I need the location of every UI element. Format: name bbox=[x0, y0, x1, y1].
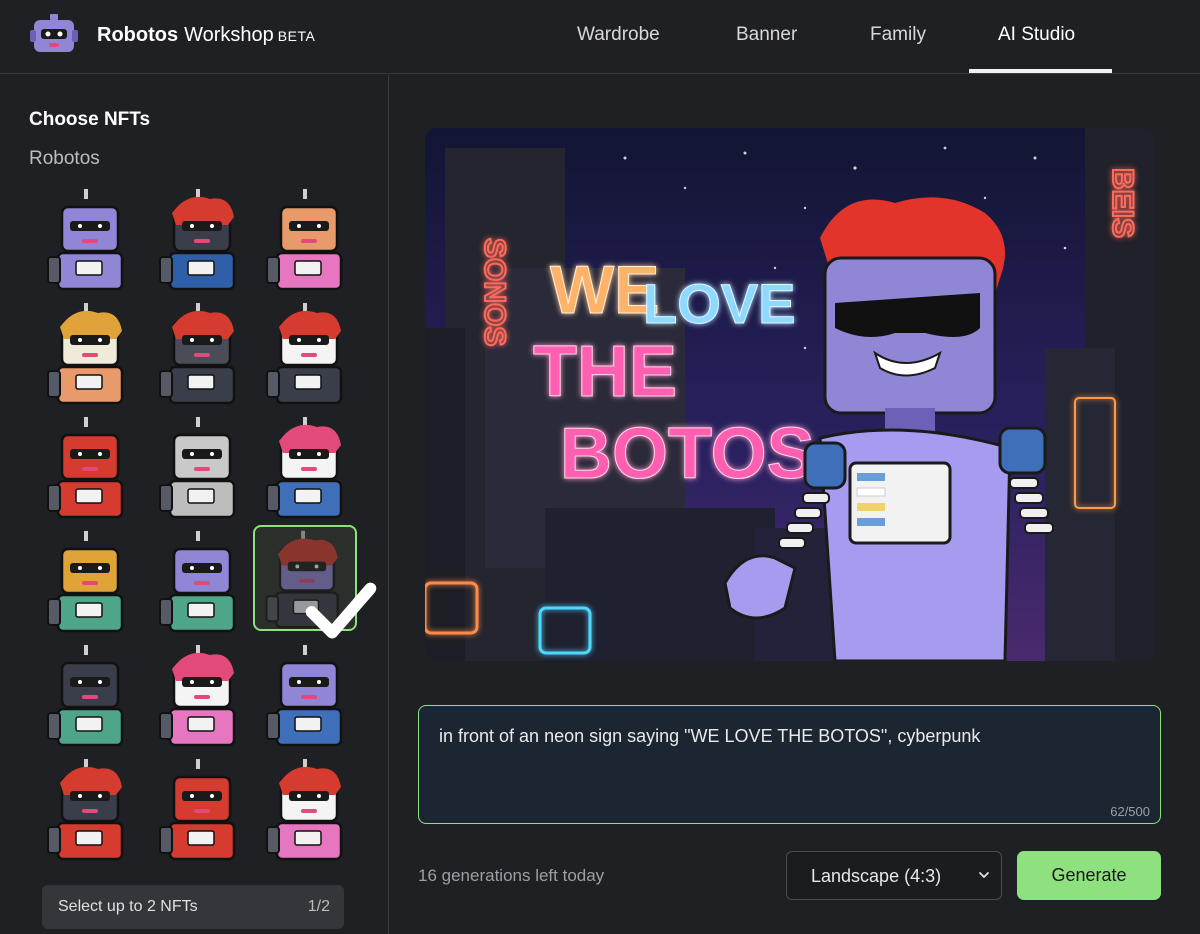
generations-remaining: 16 generations left today bbox=[418, 866, 605, 885]
nft-card[interactable] bbox=[148, 299, 252, 405]
generated-image: WE LOVE THE BOTOS SONOS BEIS bbox=[425, 128, 1155, 661]
nft-card[interactable] bbox=[148, 527, 252, 633]
robot-avatar-icon bbox=[266, 303, 343, 405]
robot-avatar-icon bbox=[159, 189, 236, 291]
selection-count: 1/2 bbox=[307, 898, 330, 915]
beta-badge: BETA bbox=[277, 28, 316, 44]
character-counter: 62/500 bbox=[1110, 804, 1150, 819]
robot-avatar-icon bbox=[47, 645, 124, 747]
robot-avatar-icon bbox=[159, 645, 236, 747]
nft-card[interactable] bbox=[253, 525, 377, 639]
robot-avatar-icon bbox=[47, 759, 124, 861]
nft-card[interactable] bbox=[36, 185, 140, 291]
nft-card[interactable] bbox=[36, 755, 140, 861]
robot-avatar-icon bbox=[266, 189, 343, 291]
neon-botos: BOTOS bbox=[560, 414, 815, 494]
nft-card[interactable] bbox=[148, 185, 252, 291]
neon-the: THE bbox=[533, 332, 677, 412]
selection-hint: Select up to 2 NFTs bbox=[58, 898, 198, 915]
active-tab-indicator bbox=[969, 69, 1112, 73]
prompt-text: in front of an neon sign saying "WE LOVE… bbox=[439, 726, 981, 746]
brand-product: Workshop bbox=[184, 24, 274, 46]
neon-love: LOVE bbox=[643, 272, 795, 335]
nft-card[interactable] bbox=[148, 755, 252, 861]
nft-card[interactable] bbox=[255, 413, 359, 519]
robot-avatar-icon bbox=[266, 645, 343, 747]
tab-wardrobe[interactable]: Wardrobe bbox=[577, 24, 660, 46]
robot-avatar-icon bbox=[47, 303, 124, 405]
selection-status-bar: Select up to 2 NFTs 1/2 bbox=[42, 885, 344, 929]
nft-card[interactable] bbox=[148, 413, 252, 519]
robot-avatar-icon bbox=[159, 531, 236, 633]
robot-avatar-icon bbox=[47, 417, 124, 519]
neon-side-right: BEIS bbox=[1106, 168, 1139, 238]
nft-card[interactable] bbox=[36, 641, 140, 747]
robot-avatar-icon bbox=[47, 189, 124, 291]
robotos-logo-icon[interactable] bbox=[30, 14, 78, 54]
nft-card[interactable] bbox=[148, 641, 252, 747]
nft-card[interactable] bbox=[36, 413, 140, 519]
tab-family[interactable]: Family bbox=[870, 24, 926, 46]
tab-ai-studio[interactable]: AI Studio bbox=[998, 24, 1075, 46]
top-header: Robotos Workshop BETA Wardrobe Banner Fami… bbox=[0, 0, 1200, 74]
tab-banner[interactable]: Banner bbox=[736, 24, 797, 46]
aspect-ratio-value: Landscape (4:3) bbox=[811, 866, 942, 886]
generated-image-preview: WE LOVE THE BOTOS SONOS BEIS bbox=[425, 128, 1155, 661]
prompt-textarea[interactable]: in front of an neon sign saying "WE LOVE… bbox=[418, 705, 1161, 824]
generate-button[interactable]: Generate bbox=[1017, 851, 1161, 900]
nft-card[interactable] bbox=[255, 641, 359, 747]
robot-avatar-icon bbox=[159, 417, 236, 519]
nft-card[interactable] bbox=[36, 527, 140, 633]
neon-side-left: SONOS bbox=[478, 238, 511, 346]
nft-card[interactable] bbox=[255, 185, 359, 291]
aspect-ratio-select[interactable]: Landscape (4:3) bbox=[786, 851, 1002, 900]
chevron-down-icon bbox=[979, 872, 989, 879]
nft-card[interactable] bbox=[255, 755, 359, 861]
sidebar-title: Choose NFTs bbox=[29, 109, 151, 130]
collection-label: Robotos bbox=[29, 148, 100, 169]
robot-avatar-icon bbox=[266, 759, 343, 861]
robot-avatar-icon bbox=[159, 759, 236, 861]
nft-card[interactable] bbox=[36, 299, 140, 405]
nft-card[interactable] bbox=[255, 299, 359, 405]
robot-avatar-icon bbox=[47, 531, 124, 633]
robot-avatar-icon bbox=[159, 303, 236, 405]
robot-avatar-icon bbox=[266, 417, 343, 519]
nft-sidebar: Choose NFTs Robotos Select up to 2 NFTs … bbox=[0, 75, 389, 934]
brand-title[interactable]: Robotos Workshop BETA bbox=[97, 24, 315, 47]
brand-name: Robotos bbox=[97, 24, 179, 46]
